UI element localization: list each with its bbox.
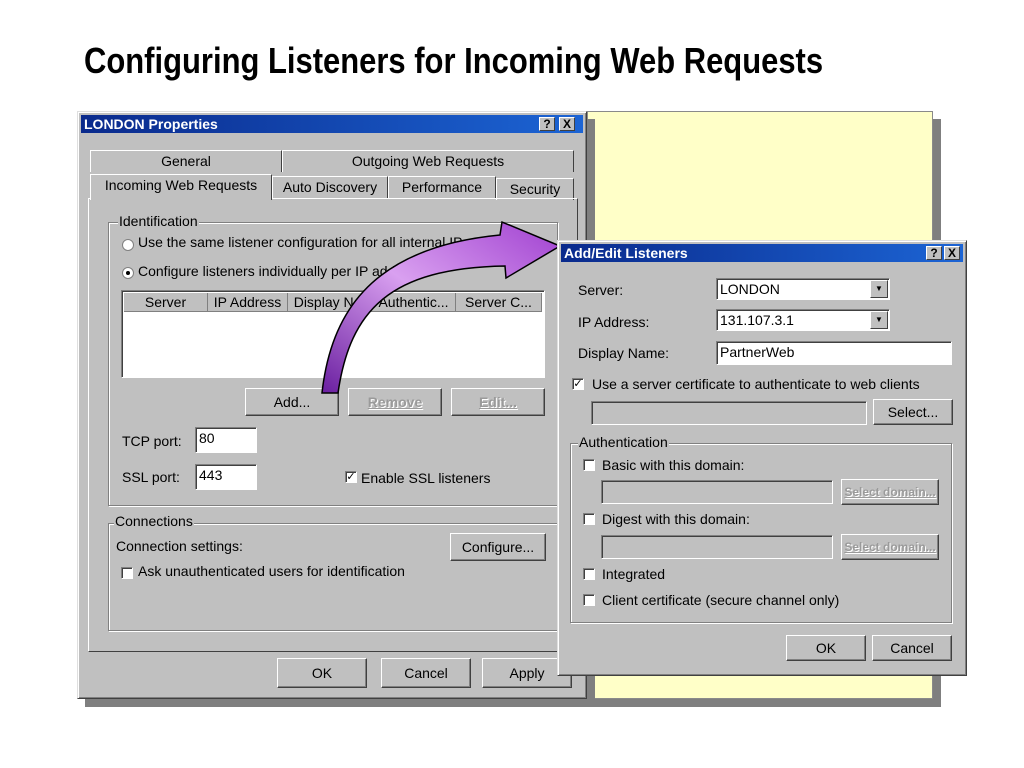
chevron-down-icon[interactable]: ▼ [870,280,888,298]
client-certificate-checkbox[interactable] [583,594,595,606]
certificate-field[interactable] [591,401,867,425]
listeners-close-button[interactable]: X [944,246,960,260]
basic-select-domain-button[interactable]: Select domain... [841,479,939,505]
authentication-legend: Authentication [578,434,669,450]
chevron-down-icon[interactable]: ▼ [870,311,888,329]
display-name-label: Display Name: [578,345,670,361]
arrow-shape [321,220,562,394]
basic-auth-checkbox[interactable] [583,459,595,471]
basic-domain-field[interactable] [601,480,833,504]
ip-address-label: IP Address: [578,314,650,330]
integrated-auth-label: Integrated [602,566,666,582]
ip-address-dropdown[interactable]: 131.107.3.1 ▼ [716,309,890,331]
ip-address-dropdown-value: 131.107.3.1 [720,312,794,328]
listeners-ok-button[interactable]: OK [786,635,866,661]
server-dropdown-value: LONDON [720,281,780,297]
display-name-field[interactable]: PartnerWeb [716,341,952,365]
server-certificate-label: Use a server certificate to authenticate… [592,376,920,392]
digest-auth-checkbox[interactable] [583,513,595,525]
listeners-dialog: Add/Edit Listeners ? X Server: LONDON ▼ … [557,240,967,676]
listeners-title: Add/Edit Listeners [564,245,688,261]
client-certificate-label: Client certificate (secure channel only) [602,592,840,608]
server-dropdown[interactable]: LONDON ▼ [716,278,890,300]
basic-auth-label: Basic with this domain: [602,457,745,473]
server-certificate-checkbox[interactable]: ✓ [572,378,584,390]
listeners-help-button[interactable]: ? [926,246,942,260]
server-label: Server: [578,282,624,298]
integrated-auth-checkbox[interactable] [583,568,595,580]
digest-auth-label: Digest with this domain: [602,511,750,527]
listeners-title-bar: Add/Edit Listeners [561,244,963,262]
listeners-cancel-button[interactable]: Cancel [872,635,952,661]
select-certificate-button[interactable]: Select... [873,399,953,425]
digest-select-domain-button[interactable]: Select domain... [841,534,939,560]
digest-domain-field[interactable] [601,535,833,559]
